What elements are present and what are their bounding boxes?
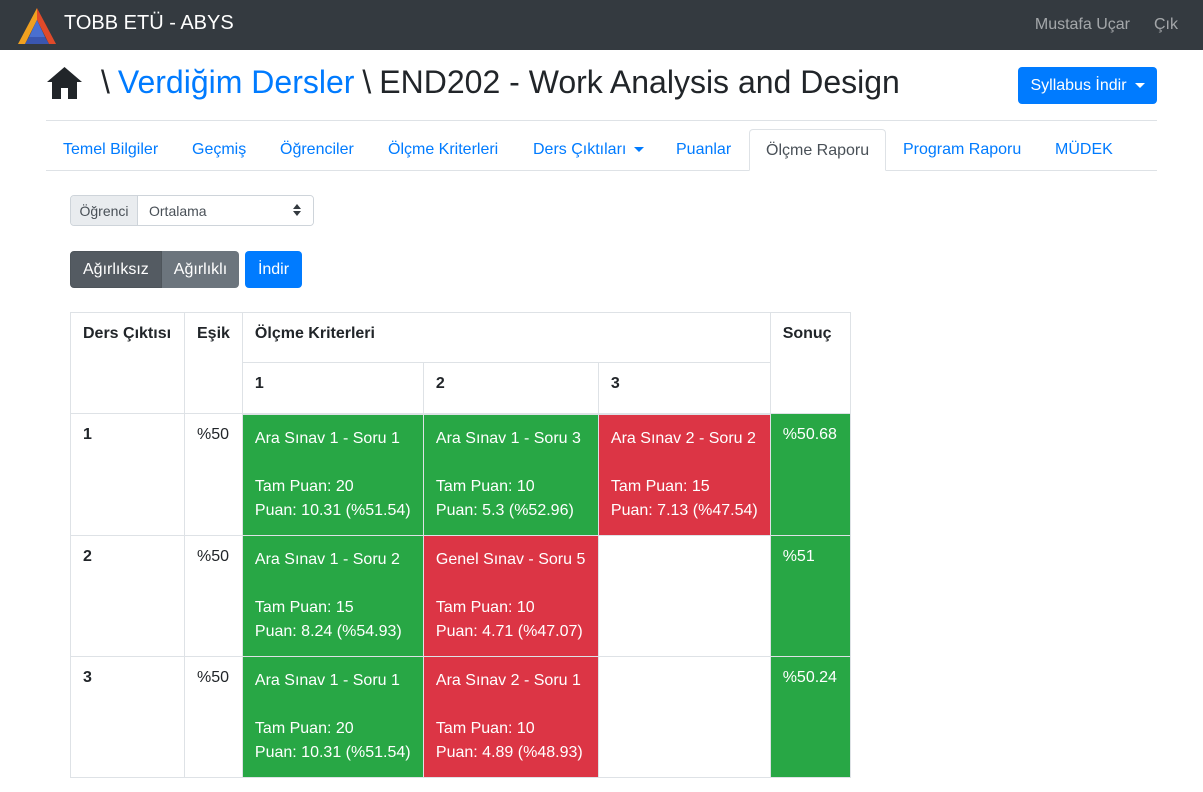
tab-ogrenciler[interactable]: Öğrenciler (280, 129, 354, 171)
criterion-full-score: Tam Puan: 15 (254, 598, 354, 616)
outcome-cell: 3 (70, 655, 185, 778)
chevron-down-icon (1134, 83, 1145, 88)
download-button[interactable]: İndir (245, 251, 302, 288)
outcome-cell: 2 (70, 534, 185, 657)
criterion-cell (597, 534, 771, 657)
criterion-cell (597, 655, 771, 778)
criterion-full-score: Tam Puan: 20 (254, 719, 354, 737)
criterion-full-score: Tam Puan: 10 (435, 719, 535, 737)
criterion-full-score: Tam Puan: 15 (610, 477, 710, 495)
threshold-cell: %50 (184, 413, 243, 536)
tab-puanlar[interactable]: Puanlar (676, 129, 731, 171)
syllabus-download-label: Syllabus İndir (1030, 76, 1127, 94)
criterion-title: Ara Sınav 1 - Soru 2 (254, 550, 400, 568)
breadcrumb-separator: \ (362, 64, 372, 100)
table-row: 3 %50 Ara Sınav 1 - Soru 1 Tam Puan: 20 Puan… (70, 655, 851, 778)
criterion-full-score: Tam Puan: 10 (435, 477, 535, 495)
criterion-title: Ara Sınav 1 - Soru 1 (254, 671, 400, 689)
subheader-criteria: 2 (422, 362, 599, 415)
criterion-cell: Ara Sınav 1 - Soru 1 Tam Puan: 20 Puan: 10… (241, 655, 424, 778)
student-label: Öğrenci (71, 196, 138, 225)
table-row: 1 %50 Ara Sınav 1 - Soru 1 Tam Puan: 20 Puan… (70, 413, 851, 536)
criterion-full-score: Tam Puan: 10 (435, 598, 535, 616)
criterion-cell: Ara Sınav 2 - Soru 2 Tam Puan: 15 Puan: 7.… (597, 413, 771, 536)
tab-mudek[interactable]: MÜDEK (1055, 129, 1113, 171)
criterion-title: Ara Sınav 2 - Soru 2 (610, 429, 756, 447)
tab-gecmis[interactable]: Geçmiş (192, 129, 246, 171)
tab-bar: Temel Bilgiler Geçmiş Öğrenciler Ölçme K… (46, 129, 1157, 171)
tab-program-raporu[interactable]: Program Raporu (903, 129, 1021, 171)
header-outcome: Ders Çıktısı (70, 312, 185, 414)
criterion-full-score: Tam Puan: 20 (254, 477, 354, 495)
header-criteria: Ölçme Kriterleri (241, 312, 771, 363)
criterion-score: Puan: 4.89 (%48.93) (435, 743, 583, 761)
criterion-score: Puan: 10.31 (%51.54) (254, 501, 411, 519)
tab-ders-ciktilari-label: Ders Çıktıları (533, 141, 627, 158)
header-result: Sonuç (769, 312, 851, 414)
unweighted-button[interactable]: Ağırlıksız (70, 251, 162, 288)
criterion-cell: Ara Sınav 1 - Soru 2 Tam Puan: 15 Puan: 8.… (241, 534, 424, 657)
criterion-score: Puan: 4.71 (%47.07) (435, 622, 583, 640)
criterion-title: Ara Sınav 1 - Soru 3 (435, 429, 581, 447)
result-cell: %50.24 (769, 655, 851, 778)
chevron-down-icon (634, 147, 645, 153)
criterion-cell: Genel Sınav - Soru 5 Tam Puan: 10 Puan: 4.… (422, 534, 599, 657)
criterion-score: Puan: 8.24 (%54.93) (254, 622, 402, 640)
home-icon[interactable] (46, 66, 83, 100)
criterion-title: Genel Sınav - Soru 5 (435, 550, 586, 568)
criterion-cell: Ara Sınav 2 - Soru 1 Tam Puan: 10 Puan: 4.… (422, 655, 599, 778)
weighted-button[interactable]: Ağırlıklı (161, 251, 240, 288)
course-title: END202 - Work Analysis and Design (379, 64, 900, 100)
brand[interactable]: TOBB ETÜ - ABYS (16, 6, 234, 46)
tab-temel-bilgiler[interactable]: Temel Bilgiler (63, 129, 158, 171)
criterion-score: Puan: 10.31 (%51.54) (254, 743, 411, 761)
threshold-cell: %50 (184, 655, 243, 778)
result-cell: %51 (769, 534, 851, 657)
threshold-cell: %50 (184, 534, 243, 657)
criterion-title: Ara Sınav 2 - Soru 1 (435, 671, 581, 689)
outcome-cell: 1 (70, 413, 185, 536)
tab-olcme-kriterleri[interactable]: Ölçme Kriterleri (388, 129, 498, 171)
subheader-criteria: 1 (241, 362, 424, 415)
logo-icon (18, 8, 56, 44)
weighting-toggle: Ağırlıksız Ağırlıklı (70, 251, 240, 288)
criterion-cell: Ara Sınav 1 - Soru 1 Tam Puan: 20 Puan: 10… (241, 413, 424, 536)
student-select[interactable]: Ortalama (138, 196, 313, 225)
table-row: 2 %50 Ara Sınav 1 - Soru 2 Tam Puan: 15 Puan… (70, 534, 851, 657)
select-arrows-icon (293, 204, 301, 218)
logout-link[interactable]: Çık (1154, 16, 1178, 34)
student-select-value: Ortalama (149, 202, 207, 219)
syllabus-download-button[interactable]: Syllabus İndir (1018, 67, 1157, 104)
user-link[interactable]: Mustafa Uçar (1035, 16, 1130, 34)
navbar: TOBB ETÜ - ABYS Mustafa Uçar Çık (0, 0, 1203, 50)
criterion-title: Ara Sınav 1 - Soru 1 (254, 429, 400, 447)
criterion-score: Puan: 5.3 (%52.96) (435, 501, 574, 519)
header-threshold: Eşik (184, 312, 243, 414)
tab-ders-ciktilari[interactable]: Ders Çıktıları (533, 129, 645, 171)
criterion-cell: Ara Sınav 1 - Soru 3 Tam Puan: 10 Puan: 5.… (422, 413, 599, 536)
breadcrumb-courses-link[interactable]: Verdiğim Dersler (118, 64, 355, 101)
result-cell: %50.68 (769, 413, 851, 536)
student-selector: Öğrenci Ortalama (70, 195, 314, 226)
subheader-criteria: 3 (597, 362, 771, 415)
divider (46, 120, 1157, 121)
breadcrumb-separator: \ (101, 64, 110, 100)
tab-olcme-raporu[interactable]: Ölçme Raporu (749, 129, 887, 171)
page-title: \ Verdiğim Dersler \ END202 - Work Analy… (46, 64, 900, 101)
measurement-report-table: Ders Çıktısı Eşik Ölçme Kriterleri Sonuç… (70, 312, 851, 778)
app-title: TOBB ETÜ - ABYS (64, 11, 234, 34)
criterion-score: Puan: 7.13 (%47.54) (610, 501, 758, 519)
